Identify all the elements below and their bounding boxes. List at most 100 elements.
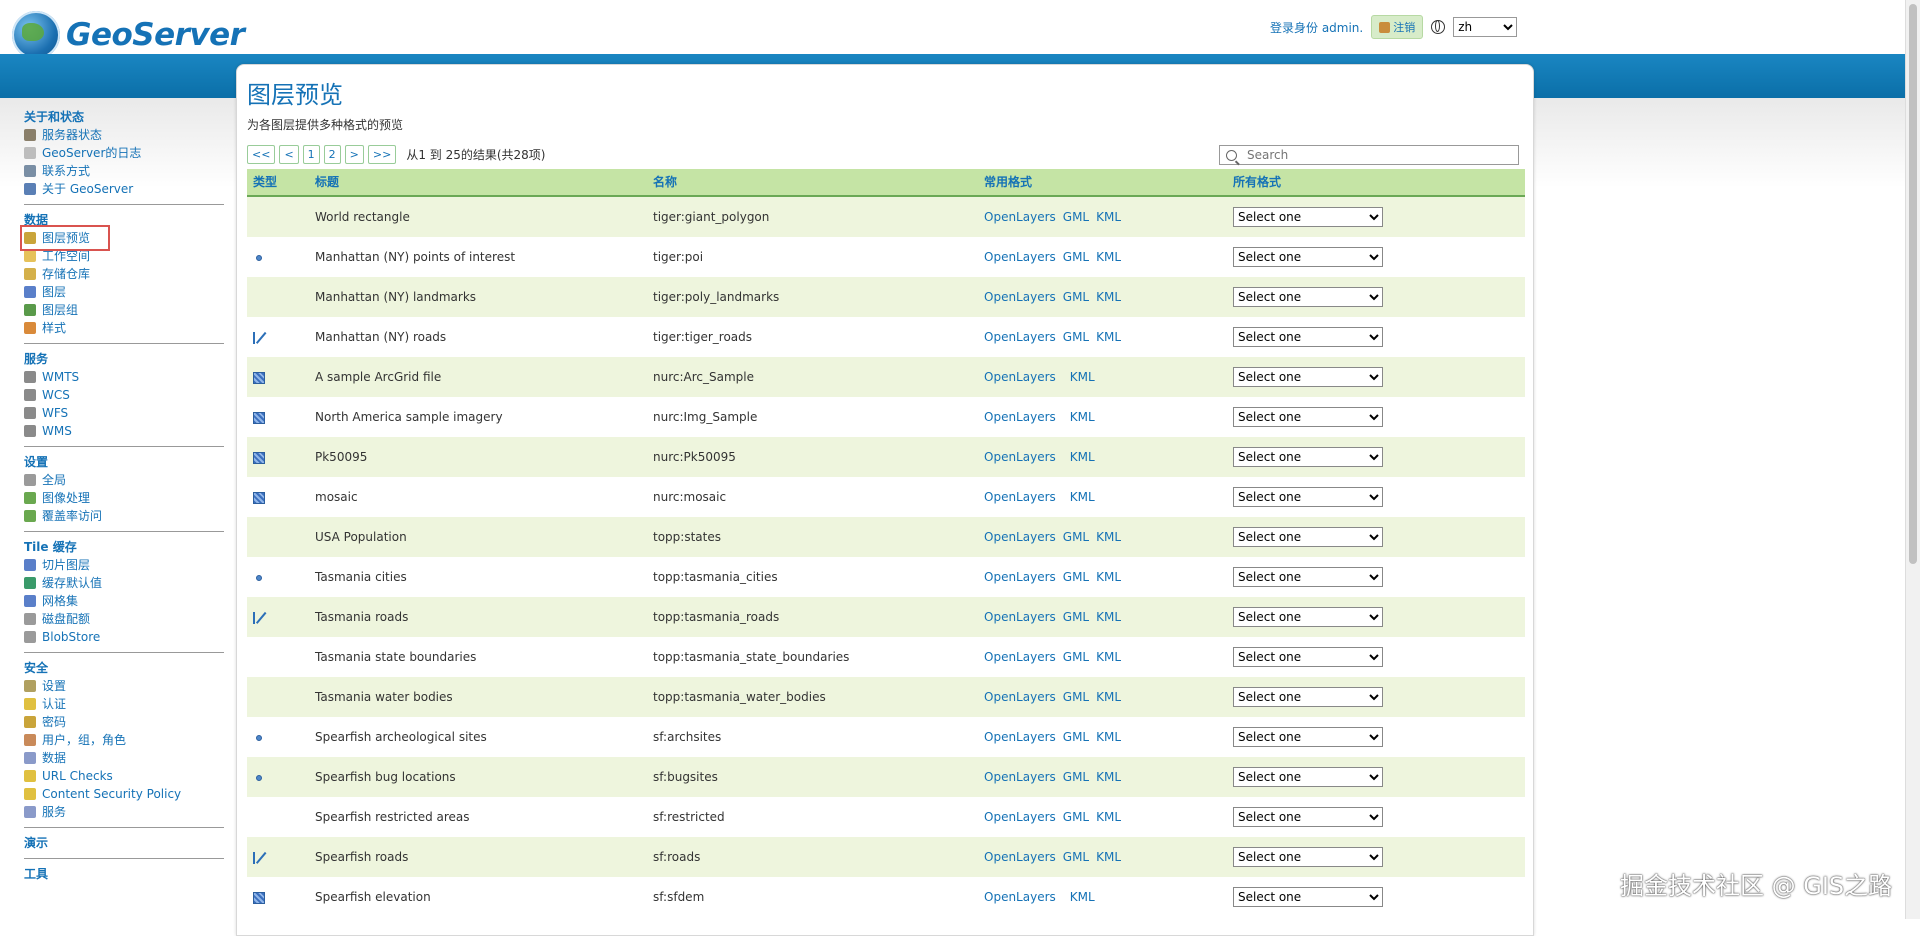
sidebar-item[interactable]: Content Security Policy [24,785,224,803]
format-select[interactable]: Select one [1233,727,1383,747]
format-link-gml[interactable]: GML [1063,570,1089,584]
sidebar-item[interactable]: 密码 [24,713,224,731]
format-link-kml[interactable]: KML [1096,730,1121,744]
format-link-openlayers[interactable]: OpenLayers [984,250,1056,264]
geoserver-logo[interactable]: GeoServer [12,10,245,60]
format-select[interactable]: Select one [1233,207,1383,227]
format-link-openlayers[interactable]: OpenLayers [984,490,1056,504]
sidebar-heading[interactable]: 数据 [24,211,224,229]
sidebar-item[interactable]: 覆盖率访问 [24,507,224,525]
format-select[interactable]: Select one [1233,367,1383,387]
pager-prev-button[interactable]: < [279,145,299,164]
page-scrollbar[interactable] [1905,0,1920,919]
logout-button[interactable]: 注销 [1371,15,1424,39]
format-select[interactable]: Select one [1233,527,1383,547]
sidebar-heading[interactable]: Tile 缓存 [24,538,224,556]
column-header-title[interactable]: 标题 [315,169,653,195]
format-link-kml[interactable]: KML [1096,850,1121,864]
sidebar-heading[interactable]: 设置 [24,453,224,471]
sidebar-item[interactable]: WCS [24,386,224,404]
format-select[interactable]: Select one [1233,247,1383,267]
format-link-kml[interactable]: KML [1096,530,1121,544]
format-link-kml[interactable]: KML [1096,690,1121,704]
format-link-openlayers[interactable]: OpenLayers [984,370,1056,384]
format-link-kml[interactable]: KML [1070,890,1095,904]
scrollbar-thumb[interactable] [1909,4,1917,564]
format-link-kml[interactable]: KML [1070,410,1095,424]
sidebar-item[interactable]: 全局 [24,471,224,489]
sidebar-item[interactable]: URL Checks [24,767,224,785]
format-link-gml[interactable]: GML [1063,250,1089,264]
sidebar-item[interactable]: 图层预览 [20,225,110,251]
pager-page-1[interactable]: 1 [302,145,320,164]
sidebar-heading[interactable]: 服务 [24,350,224,368]
format-link-kml[interactable]: KML [1096,810,1121,824]
language-select[interactable]: zh [1453,17,1518,37]
format-link-kml[interactable]: KML [1096,610,1121,624]
format-link-gml[interactable]: GML [1063,210,1089,224]
pager-first-button[interactable]: << [247,145,276,164]
format-link-kml[interactable]: KML [1070,450,1095,464]
format-link-openlayers[interactable]: OpenLayers [984,850,1056,864]
format-link-openlayers[interactable]: OpenLayers [984,290,1056,304]
sidebar-item[interactable]: WFS [24,404,224,422]
sidebar-heading[interactable]: 工具 [24,865,224,883]
format-link-kml[interactable]: KML [1096,330,1121,344]
sidebar-item[interactable]: 磁盘配额 [24,610,224,628]
pager-last-button[interactable]: >> [367,145,397,164]
sidebar-item[interactable]: 服务器状态 [24,126,224,144]
format-link-gml[interactable]: GML [1063,690,1089,704]
format-select[interactable]: Select one [1233,767,1383,787]
format-select[interactable]: Select one [1233,327,1383,347]
format-select[interactable]: Select one [1233,287,1383,307]
format-link-openlayers[interactable]: OpenLayers [984,650,1056,664]
sidebar-item[interactable]: 网格集 [24,592,224,610]
format-select[interactable]: Select one [1233,647,1383,667]
sidebar-item[interactable]: 数据 [24,749,224,767]
column-header-type[interactable]: 类型 [247,169,315,195]
format-link-gml[interactable]: GML [1063,650,1089,664]
format-select[interactable]: Select one [1233,487,1383,507]
pager-page-2[interactable]: 2 [323,145,341,164]
format-link-gml[interactable]: GML [1063,330,1089,344]
format-link-kml[interactable]: KML [1096,290,1121,304]
format-link-openlayers[interactable]: OpenLayers [984,610,1056,624]
format-select[interactable]: Select one [1233,447,1383,467]
format-link-kml[interactable]: KML [1096,250,1121,264]
format-link-kml[interactable]: KML [1096,770,1121,784]
format-link-openlayers[interactable]: OpenLayers [984,450,1056,464]
sidebar-item[interactable]: 存储仓库 [24,265,224,283]
format-link-gml[interactable]: GML [1063,610,1089,624]
format-link-openlayers[interactable]: OpenLayers [984,690,1056,704]
search-input[interactable] [1245,147,1509,163]
format-link-gml[interactable]: GML [1063,850,1089,864]
sidebar-item[interactable]: 图像处理 [24,489,224,507]
format-link-gml[interactable]: GML [1063,730,1089,744]
format-link-openlayers[interactable]: OpenLayers [984,210,1056,224]
format-link-gml[interactable]: GML [1063,770,1089,784]
format-link-openlayers[interactable]: OpenLayers [984,530,1056,544]
sidebar-item[interactable]: 样式 [24,319,224,337]
format-select[interactable]: Select one [1233,847,1383,867]
format-select[interactable]: Select one [1233,887,1383,907]
format-link-openlayers[interactable]: OpenLayers [984,330,1056,344]
column-header-name[interactable]: 名称 [653,169,984,195]
sidebar-item[interactable]: 图层组 [24,301,224,319]
sidebar-item[interactable]: 缓存默认值 [24,574,224,592]
format-link-kml[interactable]: KML [1096,650,1121,664]
format-select[interactable]: Select one [1233,407,1383,427]
sidebar-item[interactable]: 联系方式 [24,162,224,180]
sidebar-item[interactable]: BlobStore [24,628,224,646]
sidebar-item[interactable]: 切片图层 [24,556,224,574]
format-link-kml[interactable]: KML [1070,490,1095,504]
sidebar-item[interactable]: 工作空间 [24,247,224,265]
format-link-openlayers[interactable]: OpenLayers [984,570,1056,584]
format-link-openlayers[interactable]: OpenLayers [984,730,1056,744]
format-link-gml[interactable]: GML [1063,810,1089,824]
sidebar-item[interactable]: 认证 [24,695,224,713]
sidebar-item[interactable]: 设置 [24,677,224,695]
sidebar-item[interactable]: 关于 GeoServer [24,180,224,198]
format-link-kml[interactable]: KML [1070,370,1095,384]
format-link-openlayers[interactable]: OpenLayers [984,810,1056,824]
format-select[interactable]: Select one [1233,607,1383,627]
